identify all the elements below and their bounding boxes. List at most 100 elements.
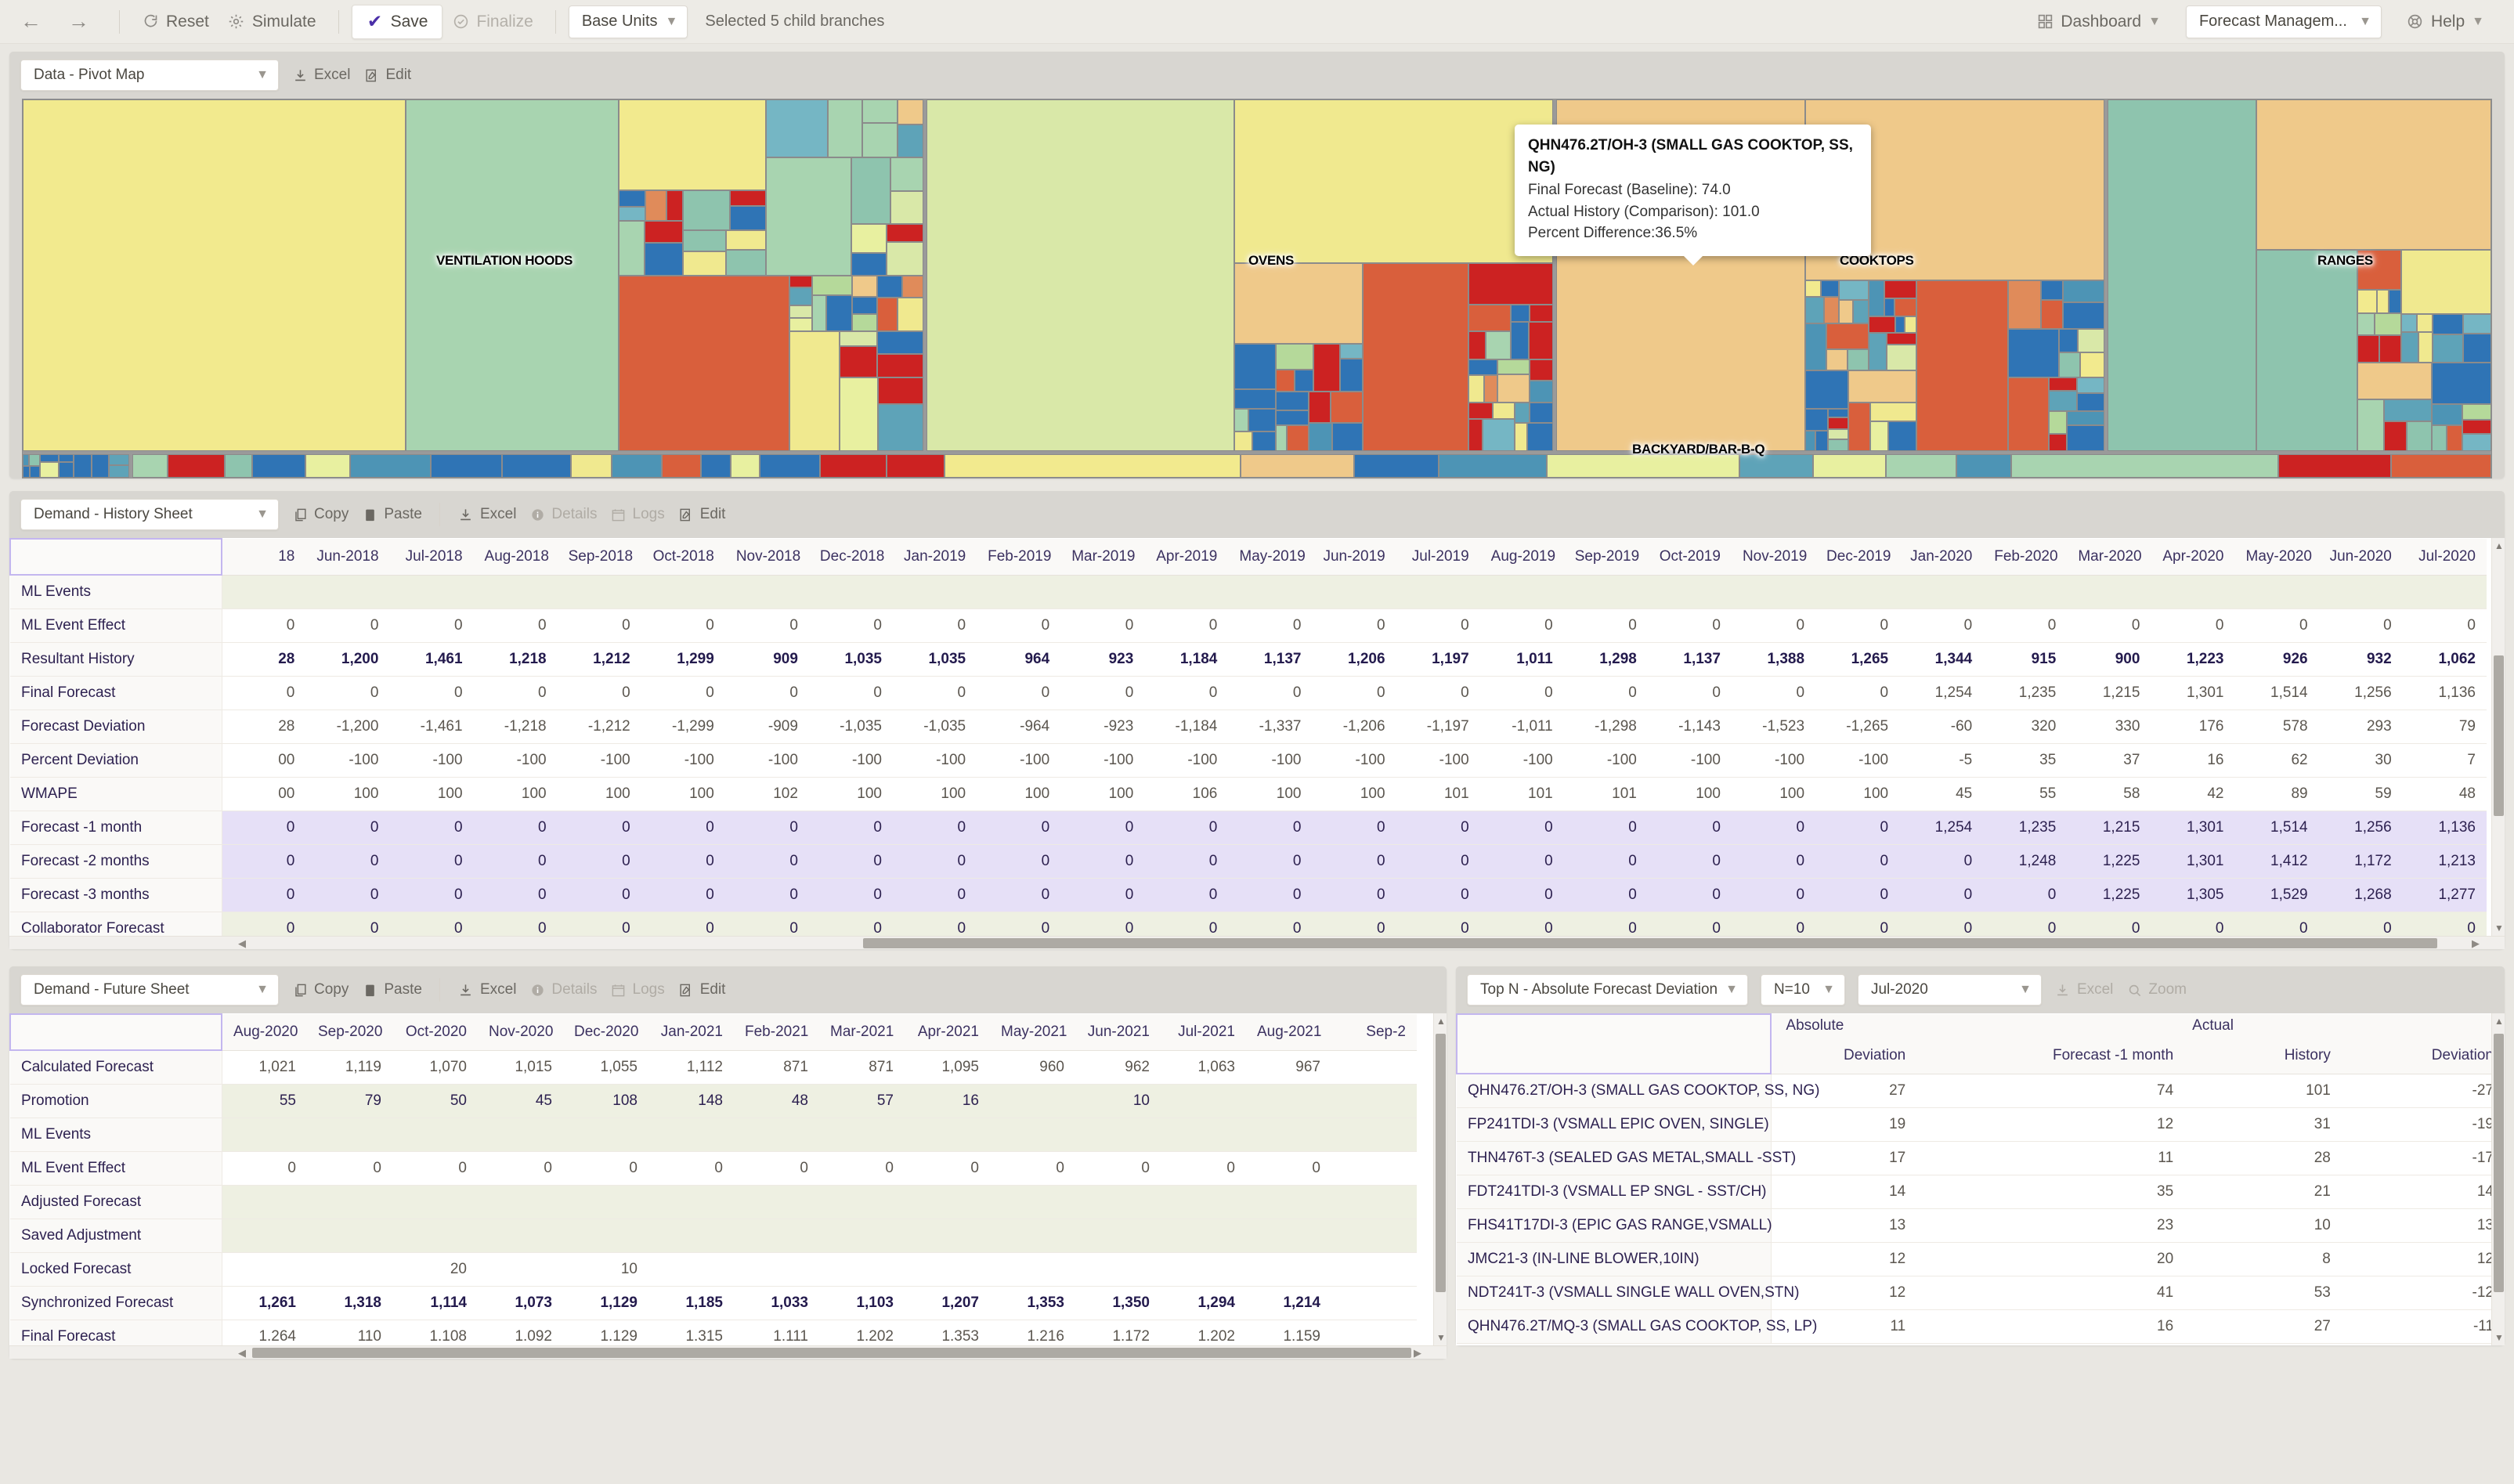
cell[interactable] bbox=[1983, 575, 2067, 608]
table-row[interactable]: Locked Forecast2010 bbox=[10, 1252, 1417, 1286]
cell[interactable]: 0 bbox=[893, 878, 977, 912]
cell[interactable]: 0 bbox=[222, 912, 305, 936]
treemap-cell[interactable] bbox=[645, 243, 683, 276]
cell[interactable] bbox=[1228, 575, 1312, 608]
treemap-cell[interactable] bbox=[789, 276, 812, 287]
cell[interactable]: 1,254 bbox=[1899, 676, 1983, 710]
treemap-cell[interactable] bbox=[1956, 454, 2011, 478]
cell[interactable]: 0 bbox=[2151, 912, 2234, 936]
cell[interactable]: 0 bbox=[725, 811, 809, 844]
cell[interactable]: 0 bbox=[1144, 676, 1228, 710]
treemap-cell[interactable] bbox=[878, 404, 923, 451]
cell[interactable] bbox=[990, 1185, 1075, 1219]
cell[interactable]: -1,265 bbox=[1815, 710, 1899, 743]
cell[interactable]: 1,305 bbox=[2151, 878, 2234, 912]
treemap-cell[interactable] bbox=[2384, 421, 2407, 451]
table-row[interactable]: NDT241T-3 (VSMALL SINGLE WALL OVEN,STN)1… bbox=[1457, 1276, 2505, 1309]
cell[interactable]: 1,206 bbox=[1312, 642, 1396, 676]
cell[interactable] bbox=[2403, 575, 2487, 608]
treemap-cell[interactable] bbox=[2067, 425, 2104, 451]
cell[interactable] bbox=[2067, 575, 2151, 608]
cell[interactable]: 1,248 bbox=[1983, 844, 2067, 878]
cell[interactable]: 1,461 bbox=[389, 642, 473, 676]
treemap-cell[interactable] bbox=[2433, 314, 2463, 334]
treemap-cell[interactable] bbox=[1805, 323, 1826, 370]
treemap-cell[interactable] bbox=[1468, 403, 1493, 419]
treemap-cell[interactable] bbox=[1340, 344, 1363, 359]
cell[interactable]: 0 bbox=[1732, 676, 1815, 710]
cell[interactable]: 1,200 bbox=[305, 642, 389, 676]
row-label[interactable]: Forecast -1 month bbox=[10, 811, 222, 844]
treemap-cell[interactable] bbox=[109, 454, 129, 465]
cell[interactable]: 1,261 bbox=[222, 1286, 307, 1320]
cell[interactable]: 0 bbox=[474, 912, 558, 936]
cell-forecast[interactable]: 41 bbox=[1916, 1276, 2184, 1309]
treemap-cell[interactable] bbox=[1276, 392, 1309, 410]
topn-item-name[interactable]: FDT241TDI-3 (VSMALL EP SNGL - SST/CH) bbox=[1457, 1175, 1771, 1208]
cell[interactable] bbox=[1312, 575, 1396, 608]
column-header[interactable]: Jun-2020 bbox=[2319, 539, 2403, 575]
treemap-cell[interactable] bbox=[662, 454, 701, 478]
cell[interactable]: 0 bbox=[1480, 878, 1564, 912]
row-label[interactable]: Adjusted Forecast bbox=[10, 1185, 222, 1219]
cell[interactable] bbox=[819, 1219, 905, 1252]
cell[interactable] bbox=[563, 1185, 648, 1219]
cell[interactable]: 1,265 bbox=[1815, 642, 1899, 676]
cell[interactable]: 0 bbox=[809, 912, 893, 936]
treemap-cell[interactable] bbox=[1815, 431, 1828, 451]
treemap-cell[interactable] bbox=[2357, 335, 2379, 363]
treemap-cell[interactable] bbox=[2462, 434, 2491, 451]
finalize-button[interactable]: Finalize bbox=[442, 7, 542, 37]
cell[interactable]: -1,218 bbox=[474, 710, 558, 743]
column-header[interactable]: May-2021 bbox=[990, 1014, 1075, 1050]
cell[interactable]: 1,235 bbox=[1983, 811, 2067, 844]
cell[interactable] bbox=[648, 1219, 734, 1252]
cell[interactable]: -5 bbox=[1899, 743, 1983, 777]
cell[interactable]: 0 bbox=[1815, 676, 1899, 710]
cell[interactable]: 1,103 bbox=[819, 1286, 905, 1320]
pivot-edit-button[interactable]: Edit bbox=[363, 67, 411, 84]
cell[interactable] bbox=[1815, 575, 1899, 608]
cell[interactable]: 0 bbox=[2067, 608, 2151, 642]
cell[interactable]: 0 bbox=[1815, 912, 1899, 936]
cell[interactable]: 0 bbox=[809, 676, 893, 710]
treemap-cell[interactable] bbox=[1234, 431, 1252, 451]
cell[interactable]: 0 bbox=[2151, 608, 2234, 642]
treemap-cell[interactable] bbox=[1248, 409, 1276, 431]
cell-actual-deviation[interactable]: -17 bbox=[2342, 1141, 2505, 1175]
treemap-cell[interactable] bbox=[252, 454, 305, 478]
cell[interactable]: 100 bbox=[305, 777, 389, 811]
cell[interactable]: -1,337 bbox=[1228, 710, 1312, 743]
cell[interactable]: 100 bbox=[809, 777, 893, 811]
treemap-cell[interactable] bbox=[701, 454, 731, 478]
cell[interactable] bbox=[2319, 575, 2403, 608]
treemap-cell[interactable] bbox=[890, 157, 923, 191]
cell[interactable]: 7 bbox=[2403, 743, 2487, 777]
treemap-cell[interactable] bbox=[1468, 331, 1486, 359]
cell[interactable]: 0 bbox=[1396, 844, 1480, 878]
treemap-cell[interactable] bbox=[898, 99, 923, 125]
cell[interactable]: 1,129 bbox=[563, 1286, 648, 1320]
treemap-cell[interactable] bbox=[1483, 419, 1515, 451]
treemap-cell[interactable] bbox=[760, 454, 820, 478]
cell[interactable]: 0 bbox=[392, 1151, 478, 1185]
cell[interactable]: 0 bbox=[1983, 912, 2067, 936]
future-details-button[interactable]: Details bbox=[529, 981, 597, 998]
cell[interactable]: 0 bbox=[977, 844, 1060, 878]
cell[interactable] bbox=[222, 1118, 307, 1151]
table-row[interactable]: ML Event Effect0000000000000000000000000… bbox=[10, 608, 2487, 642]
cell[interactable]: 79 bbox=[307, 1084, 392, 1118]
cell[interactable] bbox=[1564, 575, 1648, 608]
cell[interactable] bbox=[648, 1185, 734, 1219]
cell[interactable]: 0 bbox=[1312, 912, 1396, 936]
cell[interactable]: 0 bbox=[222, 608, 305, 642]
cell-deviation[interactable]: 13 bbox=[1771, 1208, 1916, 1242]
column-header[interactable]: Jun-2019 bbox=[1312, 539, 1396, 575]
column-header[interactable]: Feb-2020 bbox=[1983, 539, 2067, 575]
treemap-cell[interactable] bbox=[1886, 454, 1956, 478]
row-label[interactable]: WMAPE bbox=[10, 777, 222, 811]
future-copy-button[interactable]: Copy bbox=[291, 981, 349, 998]
cell[interactable]: 0 bbox=[1075, 1151, 1161, 1185]
cell[interactable]: 0 bbox=[1144, 878, 1228, 912]
cell[interactable] bbox=[1331, 1084, 1417, 1118]
